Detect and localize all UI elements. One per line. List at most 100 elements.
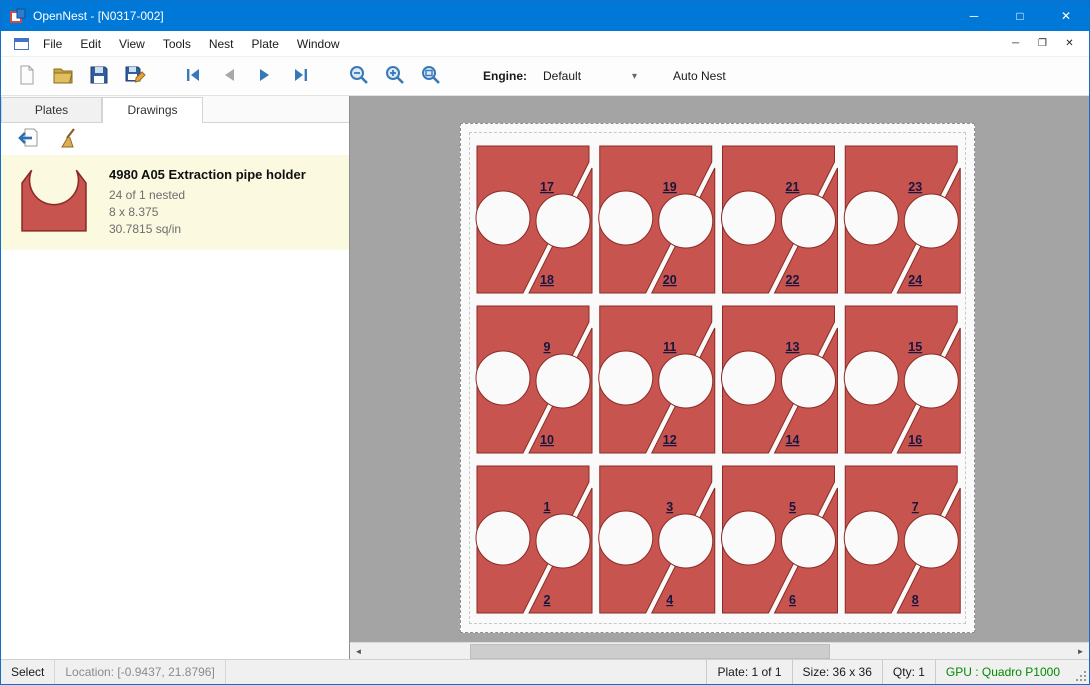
part-number-label: 13 [786,340,800,354]
nested-pair-1-2[interactable]: 12 [476,466,592,613]
part-number-label: 18 [540,273,554,287]
part-circular-cutout [844,511,898,565]
status-bar: Select Location: [-0.9437, 21.8796] Plat… [1,659,1089,684]
mdi-close-button[interactable]: ✕ [1056,33,1083,55]
nested-pair-15-16[interactable]: 1516 [844,306,960,453]
horizontal-scrollbar[interactable]: ◄ ► [350,642,1089,659]
part-number-label: 11 [663,340,676,354]
part-circular-cutout [476,191,530,245]
part-circular-cutout [476,351,530,405]
close-button[interactable]: ✕ [1043,1,1089,31]
nesting-canvas[interactable]: 171819202122232491011121314151612345678 … [350,96,1089,659]
tab-plates[interactable]: Plates [1,97,102,122]
return-part-icon [17,128,39,151]
part-area: 30.7815 sq/in [109,221,306,238]
next-plate-icon [255,65,275,88]
part-circular-cutout [599,191,653,245]
resize-grip-icon[interactable] [1070,660,1089,684]
drawing-list-empty-area[interactable] [1,250,349,659]
last-plate-icon [291,65,311,88]
part-number-label: 6 [789,593,796,607]
part-number-label: 20 [663,273,677,287]
part-number-label: 9 [544,340,551,354]
menu-item-nest[interactable]: Nest [200,32,243,56]
part-info: 4980 A05 Extraction pipe holder 24 of 1 … [97,165,306,238]
nested-pair-17-18[interactable]: 1718 [476,146,592,293]
title-bar: OpenNest - [N0317-002] ─ □ ✕ [1,1,1089,31]
part-circular-cutout [904,194,958,248]
auto-nest-button[interactable]: Auto Nest [667,65,732,87]
part-circular-cutout [599,351,653,405]
part-thumbnail [11,165,97,238]
nested-pair-7-8[interactable]: 78 [844,466,960,613]
new-file-icon [16,64,38,89]
menu-item-window[interactable]: Window [288,32,349,56]
open-file-button[interactable] [45,60,81,92]
nested-pair-23-24[interactable]: 2324 [844,146,960,293]
part-number-label: 21 [786,180,800,194]
main-area: PlatesDrawings [1,96,1089,659]
scroll-left-button[interactable]: ◄ [350,643,367,659]
last-plate-button[interactable] [283,60,319,92]
drawing-list-item[interactable]: 4980 A05 Extraction pipe holder 24 of 1 … [1,155,349,250]
part-circular-cutout [782,354,836,408]
engine-select[interactable]: Default ▾ [537,66,643,86]
tab-drawings[interactable]: Drawings [102,97,203,123]
part-number-label: 7 [912,500,919,514]
nested-pair-11-12[interactable]: 11 12 [599,306,715,453]
part-circular-cutout [659,194,713,248]
zoom-in-button[interactable] [377,60,413,92]
part-circular-cutout [536,514,590,568]
scroll-right-button[interactable]: ► [1072,643,1089,659]
plate[interactable]: 171819202122232491011121314151612345678 [460,123,975,633]
nested-pair-19-20[interactable]: 1920 [599,146,715,293]
zoom-fit-button[interactable] [413,60,449,92]
next-plate-button[interactable] [247,60,283,92]
save-plate-button[interactable] [117,60,153,92]
zoom-out-icon [348,64,370,89]
zoom-out-button[interactable] [341,60,377,92]
menu-item-edit[interactable]: Edit [71,32,110,56]
chevron-down-icon: ▾ [632,71,637,82]
open-folder-icon [52,64,74,89]
zoom-fit-icon [420,64,442,89]
nested-pair-3-4[interactable]: 34 [599,466,715,613]
mdi-minimize-button[interactable]: ─ [1002,33,1029,55]
first-plate-button[interactable] [175,60,211,92]
maximize-button[interactable]: □ [997,1,1043,31]
new-file-button[interactable] [9,60,45,92]
engine-selected-value: Default [543,69,581,83]
part-circular-cutout [599,511,653,565]
clear-parts-icon [57,127,79,152]
part-number-label: 14 [786,433,800,447]
statusbar-gpu: GPU : Quadro P1000 [935,660,1070,684]
menu-bar: FileEditViewToolsNestPlateWindow ─ ❐ ✕ [1,31,1089,57]
save-button[interactable] [81,60,117,92]
clear-parts-button[interactable] [53,126,83,152]
part-number-label: 23 [908,180,922,194]
part-number-label: 12 [663,433,677,447]
nested-pair-5-6[interactable]: 56 [722,466,838,613]
mdi-restore-button[interactable]: ❐ [1029,33,1056,55]
part-number-label: 2 [544,593,551,607]
return-part-button[interactable] [13,126,43,152]
part-circular-cutout [844,191,898,245]
previous-plate-button[interactable] [211,60,247,92]
menu-item-file[interactable]: File [34,32,71,56]
menu-item-plate[interactable]: Plate [243,32,288,56]
statusbar-location: Location: [-0.9437, 21.8796] [54,660,225,684]
app-window: OpenNest - [N0317-002] ─ □ ✕ FileEditVie… [0,0,1090,685]
menu-item-view[interactable]: View [110,32,154,56]
minimize-button[interactable]: ─ [951,1,997,31]
nested-pair-9-10[interactable]: 910 [476,306,592,453]
nested-pair-21-22[interactable]: 2122 [722,146,838,293]
nested-pair-13-14[interactable]: 13 14 [722,306,838,453]
mdi-window-controls: ─ ❐ ✕ [1002,33,1089,55]
part-circular-cutout [659,354,713,408]
menu-item-tools[interactable]: Tools [154,32,200,56]
menu-bar-items: FileEditViewToolsNestPlateWindow [34,32,349,56]
scrollbar-thumb[interactable] [470,644,830,659]
part-title: 4980 A05 Extraction pipe holder [109,167,306,182]
part-circular-cutout [476,511,530,565]
statusbar-qty: Qty: 1 [882,660,935,684]
